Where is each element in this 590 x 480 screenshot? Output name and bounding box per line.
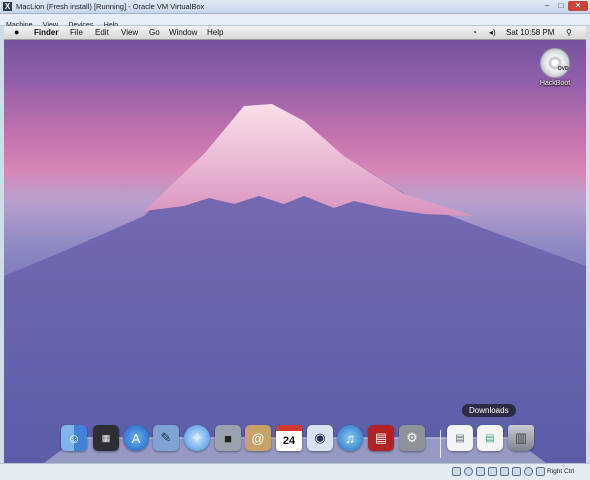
app-store-icon[interactable]: A xyxy=(123,425,149,451)
system-preferences-icon[interactable]: ⚙ xyxy=(399,425,425,451)
minimize-button[interactable]: – xyxy=(540,1,554,11)
menu-edit[interactable]: Edit xyxy=(95,26,109,39)
trash-icon[interactable]: ▥ xyxy=(508,425,534,451)
maximize-button[interactable]: □ xyxy=(554,1,568,11)
mac-menu-bar: ● Finder File Edit View Go Window Help ◔… xyxy=(4,26,586,40)
safari-icon[interactable]: ✧ xyxy=(184,425,210,451)
menubar-clock[interactable]: Sat 10:58 PM xyxy=(506,26,554,39)
desktop-icon-hackboot[interactable]: DVD HackBoot xyxy=(532,48,578,87)
keyboard-capture-icon[interactable] xyxy=(536,467,545,476)
dvd-disc-icon: DVD xyxy=(540,48,570,78)
menu-window[interactable]: Window xyxy=(169,26,197,39)
time-machine-icon[interactable]: ◔ xyxy=(472,26,477,39)
dock-tooltip: Downloads xyxy=(462,404,516,417)
documents-stack-icon[interactable]: ▤ xyxy=(447,425,473,451)
itunes-icon[interactable]: ♫ xyxy=(337,425,363,451)
ical-icon[interactable]: 24 xyxy=(276,425,302,451)
dock-separator xyxy=(440,430,441,458)
volume-icon[interactable]: ◂) xyxy=(489,26,496,39)
shared-folders-icon[interactable] xyxy=(500,467,509,476)
photo-booth-film-icon[interactable]: ▤ xyxy=(368,425,394,451)
downloads-stack-icon[interactable]: ▤ xyxy=(477,425,503,451)
finder-icon[interactable]: ☺ xyxy=(61,425,87,451)
photo-booth-icon[interactable]: ◉ xyxy=(307,425,333,451)
address-book-icon[interactable]: @ xyxy=(245,425,271,451)
vm-screen[interactable]: ● Finder File Edit View Go Window Help ◔… xyxy=(4,26,586,463)
apple-icon[interactable]: ● xyxy=(14,27,22,38)
desktop-icon-label: HackBoot xyxy=(539,80,571,87)
menu-help[interactable]: Help xyxy=(207,26,223,39)
hard-disk-icon[interactable] xyxy=(452,467,461,476)
menu-go[interactable]: Go xyxy=(149,26,160,39)
dashboard-icon[interactable]: ▦ xyxy=(93,425,119,451)
close-button[interactable]: ✕ xyxy=(568,1,588,11)
display-icon[interactable] xyxy=(512,467,521,476)
host-menu-bar: Machine View Devices Help xyxy=(0,14,590,29)
usb-icon[interactable] xyxy=(476,467,485,476)
cd-drive-icon[interactable] xyxy=(464,467,473,476)
window-title: MacLion (Fresh install) [Running] - Orac… xyxy=(16,2,205,11)
desktop-wallpaper xyxy=(4,104,586,463)
mouse-integration-icon[interactable] xyxy=(524,467,533,476)
spotlight-icon[interactable]: ⚲ xyxy=(566,26,572,39)
facetime-icon[interactable]: ■ xyxy=(215,425,241,451)
menu-view[interactable]: View xyxy=(121,26,138,39)
vm-status-bar: Right Ctrl xyxy=(0,463,590,480)
menu-finder[interactable]: Finder xyxy=(34,26,58,39)
host-title-bar: X MacLion (Fresh install) [Running] - Or… xyxy=(0,0,590,14)
virtualbox-icon: X xyxy=(3,2,12,11)
host-key-label: Right Ctrl xyxy=(547,468,575,475)
preview-icon[interactable]: ✎ xyxy=(153,425,179,451)
menu-file[interactable]: File xyxy=(70,26,83,39)
network-icon[interactable] xyxy=(488,467,497,476)
